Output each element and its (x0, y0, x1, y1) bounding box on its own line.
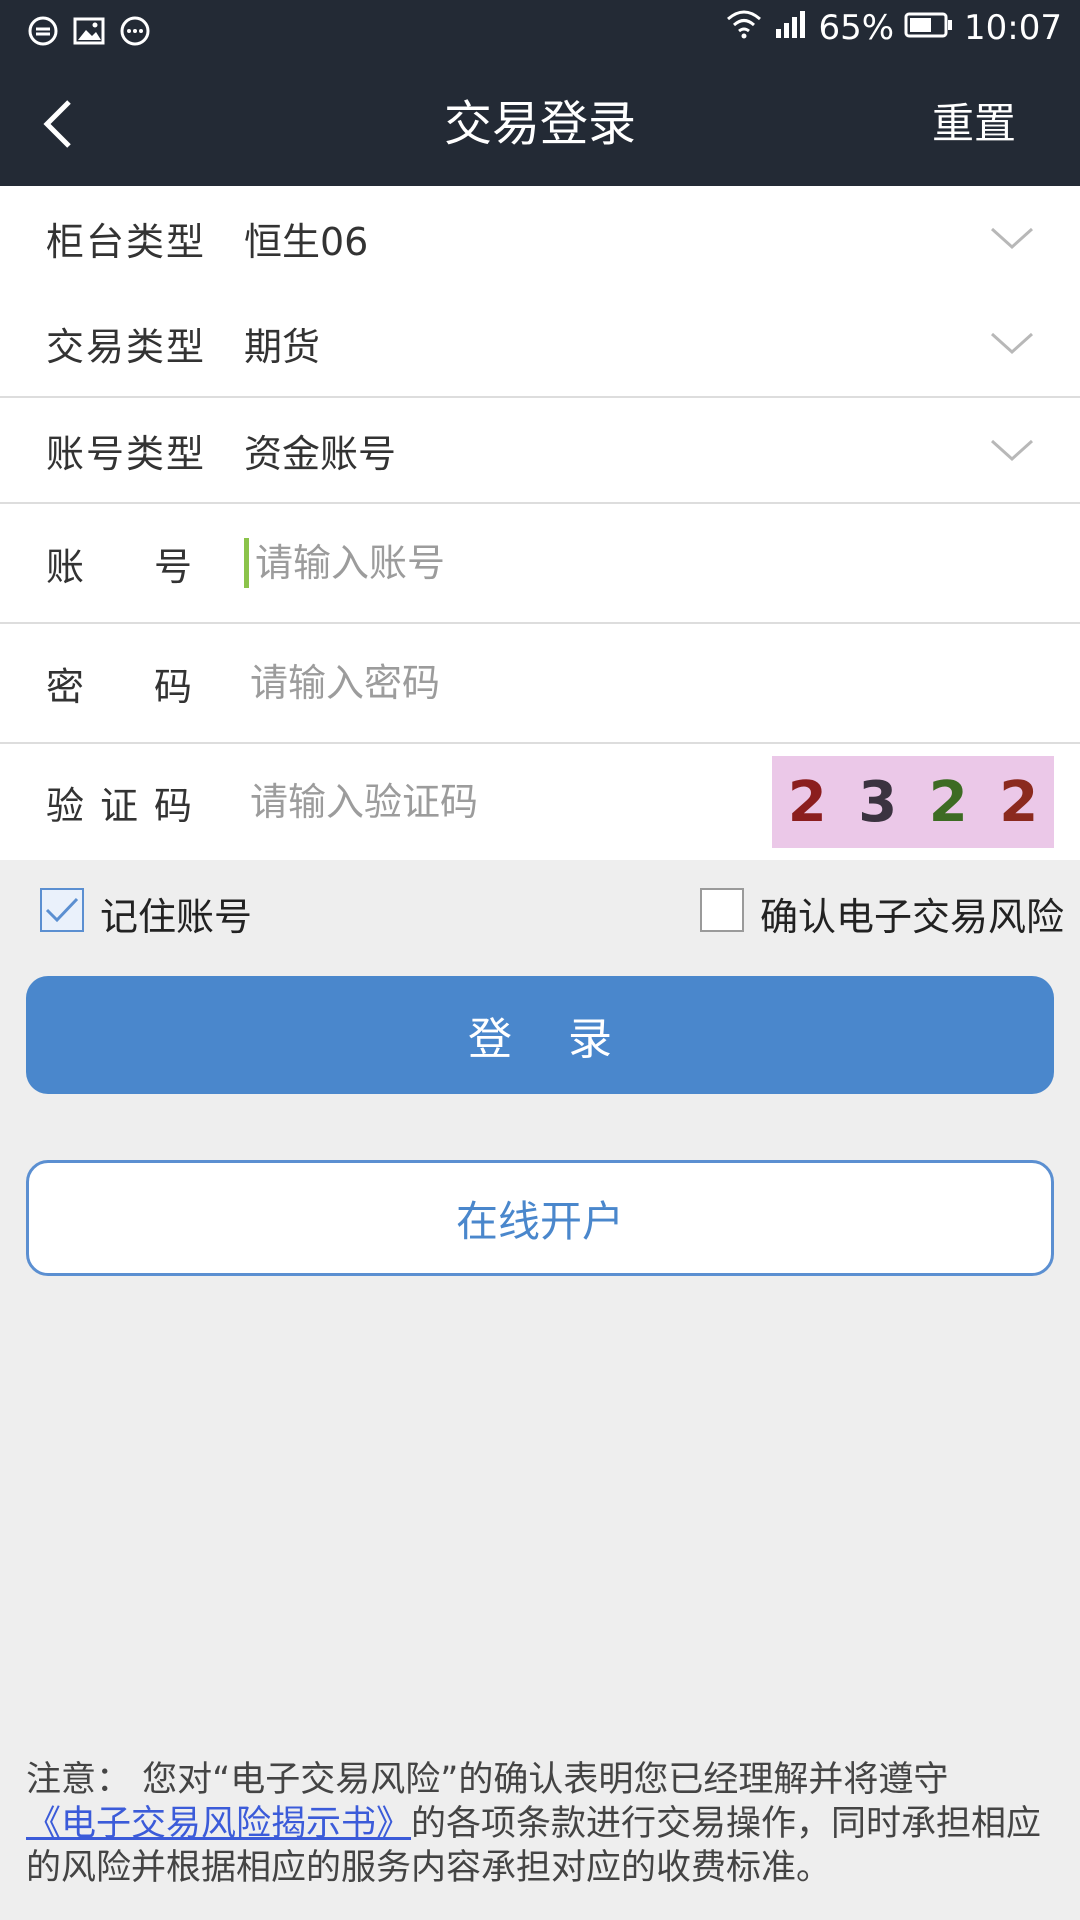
account-type-label: 账号类型 (46, 431, 207, 476)
chevron-down-icon (990, 332, 1034, 355)
risk-notice: 注意： 您对“电子交易风险”的确认表明您已经理解并将遵守 《电子交易风险揭示书》… (26, 1758, 1056, 1890)
image-icon (72, 14, 106, 48)
confirm-risk-checkbox[interactable] (700, 888, 744, 932)
reset-button[interactable]: 重置 (932, 62, 1016, 186)
confirm-risk-label[interactable]: 确认电子交易风险 (760, 886, 1064, 941)
clock: 10:07 (964, 8, 1062, 48)
counter-type-select[interactable]: 柜台类型 恒生06 (0, 186, 1080, 290)
account-type-value: 资金账号 (244, 431, 397, 476)
app-header: 交易登录 重置 (0, 62, 1080, 186)
captcha-digit: 2 (928, 769, 968, 835)
login-options: 记住账号 确认电子交易风险 (0, 860, 1080, 960)
password-label: 密 码 (46, 664, 194, 709)
account-type-select[interactable]: 账号类型 资金账号 (0, 398, 1080, 502)
account-input-wrap (244, 538, 755, 588)
status-right: 65% 10:07 (724, 8, 1062, 48)
notice-prefix: 注意： 您对“电子交易风险”的确认表明您已经理解并将遵守 (26, 1760, 949, 1800)
account-input[interactable] (249, 541, 755, 585)
remember-account-checkbox[interactable] (40, 888, 84, 932)
chat-icon (118, 14, 152, 48)
battery-icon (904, 8, 954, 48)
account-row: 账 号 (0, 504, 1080, 622)
open-account-button[interactable]: 在线开户 (26, 1160, 1054, 1276)
status-bar: 65% 10:07 (0, 0, 1080, 62)
status-left-icons (26, 14, 152, 48)
back-button[interactable] (28, 90, 88, 158)
login-form: 柜台类型 恒生06 交易类型 期货 账号类型 资金账号 账 号 密 码 (0, 186, 1080, 860)
password-row: 密 码 (0, 624, 1080, 742)
chevron-left-icon (43, 100, 71, 148)
trade-type-label: 交易类型 (46, 324, 207, 369)
chevron-down-icon (990, 227, 1034, 250)
sync-icon (26, 14, 60, 48)
signal-icon (774, 8, 808, 48)
chevron-down-icon (990, 439, 1034, 462)
account-label: 账 号 (46, 544, 194, 589)
remember-account-label[interactable]: 记住账号 (100, 886, 252, 941)
counter-type-value: 恒生06 (244, 219, 369, 264)
password-input[interactable] (244, 661, 750, 705)
captcha-image[interactable]: 2 3 2 2 (772, 756, 1054, 848)
wifi-icon (724, 8, 764, 48)
captcha-digit: 3 (858, 769, 898, 835)
captcha-label: 验 证 码 (46, 783, 194, 828)
captcha-row: 验 证 码 2 3 2 2 (0, 744, 1080, 860)
login-button[interactable]: 登 录 (26, 976, 1054, 1094)
trade-type-select[interactable]: 交易类型 期货 (0, 290, 1080, 396)
captcha-input[interactable] (244, 780, 730, 824)
trade-type-value: 期货 (244, 324, 321, 369)
battery-percent: 65% (818, 8, 895, 48)
counter-type-label: 柜台类型 (46, 219, 207, 264)
risk-disclosure-link[interactable]: 《电子交易风险揭示书》 (26, 1804, 411, 1844)
page-title: 交易登录 (443, 96, 636, 152)
captcha-digit: 2 (999, 769, 1039, 835)
captcha-digit: 2 (787, 769, 827, 835)
check-icon (45, 897, 79, 923)
